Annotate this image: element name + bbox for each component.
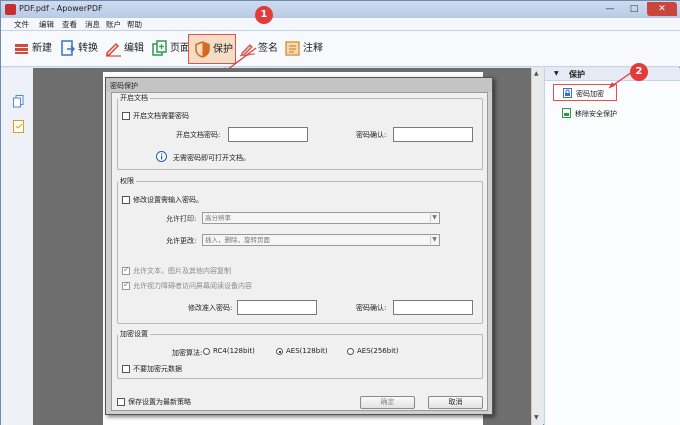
- cancel-button[interactable]: 取消: [428, 396, 483, 409]
- save-default-checkbox[interactable]: [117, 398, 125, 406]
- no-metadata-checkbox[interactable]: [122, 365, 130, 373]
- title-bar: PDF.pdf - ApowerPDF — □ ✕: [1, 1, 680, 18]
- change-confirm-input[interactable]: [393, 300, 473, 315]
- protect-panel-title: 保护: [569, 70, 585, 79]
- aes256-label: AES(256bit): [357, 347, 399, 355]
- allow-print-label: 允许打印:: [166, 215, 197, 223]
- callout-badge-2: 2: [630, 63, 648, 81]
- right-panel: ▼ 保护 密码加密 移除安全保护: [544, 68, 680, 425]
- allow-change-label: 允许更改:: [166, 237, 197, 245]
- password-encrypt-label: 密码加密: [576, 90, 604, 98]
- maximize-button[interactable]: □: [623, 2, 645, 16]
- open-password-label: 开启文档密码:: [176, 131, 221, 139]
- lock-doc-icon: [563, 88, 572, 98]
- menu-account[interactable]: 账户: [106, 19, 121, 30]
- app-window: PDF.pdf - ApowerPDF — □ ✕ 文件 编辑 查看 消息 账户…: [0, 0, 680, 425]
- permissions-legend: 权限: [120, 177, 134, 185]
- allow-copy-checkbox[interactable]: [122, 265, 130, 275]
- save-default-label: 保存设置为最新策略: [128, 398, 191, 406]
- dropdown-arrow-icon: ▼: [430, 236, 438, 244]
- dialog-title-bar: 密码保护: [106, 78, 492, 92]
- open-confirm-input[interactable]: [393, 127, 473, 142]
- toolbar: 新建 转换 编辑 页面 保护 签名 注释: [1, 31, 680, 74]
- change-password-input[interactable]: [237, 300, 317, 315]
- require-open-password-checkbox[interactable]: [122, 112, 130, 120]
- open-password-input[interactable]: [228, 127, 308, 142]
- menu-edit[interactable]: 编辑: [39, 19, 54, 30]
- dialog-body: 开启文档 开启文档需要密码 开启文档密码: 密码确认: 无需密码即可打开文档。 …: [111, 92, 488, 411]
- require-open-password-label: 开启文档需要密码: [133, 112, 189, 120]
- minimize-button[interactable]: —: [599, 2, 621, 16]
- app-logo-icon: [5, 4, 16, 15]
- rc4-radio[interactable]: [203, 348, 210, 355]
- dropdown-arrow-icon: ▼: [430, 214, 438, 222]
- allow-change-value: 插入，删除，旋转页面: [205, 236, 270, 244]
- open-confirm-label: 密码确认:: [356, 131, 387, 139]
- menu-bar: 文件 编辑 查看 消息 账户 帮助: [1, 18, 680, 31]
- aes256-radio[interactable]: [347, 348, 354, 355]
- encryption-legend: 加密设置: [120, 330, 148, 338]
- allow-print-value: 高分辨率: [205, 214, 231, 222]
- remove-security-item[interactable]: 移除安全保护: [553, 106, 643, 120]
- remove-security-label: 移除安全保护: [575, 110, 617, 118]
- dialog-title: 密码保护: [110, 82, 138, 90]
- open-doc-info-text: 无需密码即可打开文档。: [173, 154, 250, 162]
- aes128-radio[interactable]: [276, 348, 283, 355]
- pages-panel-icon[interactable]: [13, 95, 24, 108]
- allow-change-select[interactable]: 插入，删除，旋转页面 ▼: [202, 234, 440, 246]
- require-permission-password-checkbox[interactable]: [122, 196, 130, 204]
- allow-screen-reader-label: 允许视力障碍者访问屏幕阅读设备内容: [133, 282, 252, 290]
- password-protect-dialog: 密码保护 开启文档 开启文档需要密码 开启文档密码: 密码确认: 无需密码即可打…: [105, 77, 493, 415]
- require-permission-password-label: 修改设置需输入密码。: [133, 196, 203, 204]
- menu-view[interactable]: 查看: [62, 19, 77, 30]
- scroll-down-icon[interactable]: ▼: [534, 414, 539, 421]
- menu-help[interactable]: 帮助: [127, 19, 142, 30]
- algorithm-label: 加密算法:: [172, 349, 203, 357]
- open-doc-legend: 开启文档: [120, 94, 148, 102]
- allow-copy-label: 允许文本，图片及其他内容复制: [133, 267, 231, 275]
- vertical-scrollbar[interactable]: ▲ ▼: [531, 68, 543, 425]
- window-title: PDF.pdf - ApowerPDF: [19, 4, 103, 13]
- ok-button[interactable]: 确定: [360, 396, 415, 409]
- unlock-doc-icon: [562, 108, 571, 118]
- menu-file[interactable]: 文件: [14, 19, 29, 30]
- bookmark-panel-icon[interactable]: [13, 120, 24, 133]
- change-password-label: 修改准入密码:: [188, 304, 233, 312]
- change-confirm-label: 密码确认:: [356, 304, 387, 312]
- allow-screen-reader-checkbox[interactable]: [122, 280, 130, 290]
- scroll-up-icon[interactable]: ▲: [534, 70, 539, 77]
- callout-badge-1: 1: [255, 6, 273, 24]
- allow-print-select[interactable]: 高分辨率 ▼: [202, 212, 440, 224]
- no-metadata-label: 不要加密元数据: [133, 365, 182, 373]
- callout-arrow-1: [222, 47, 257, 74]
- info-icon: [156, 151, 167, 162]
- collapse-arrow-icon: ▼: [554, 70, 559, 77]
- menu-message[interactable]: 消息: [85, 19, 100, 30]
- close-button[interactable]: ✕: [647, 2, 677, 16]
- aes128-label: AES(128bit): [286, 347, 328, 355]
- rc4-label: RC4(128bit): [213, 347, 255, 355]
- left-sidebar: [1, 68, 33, 425]
